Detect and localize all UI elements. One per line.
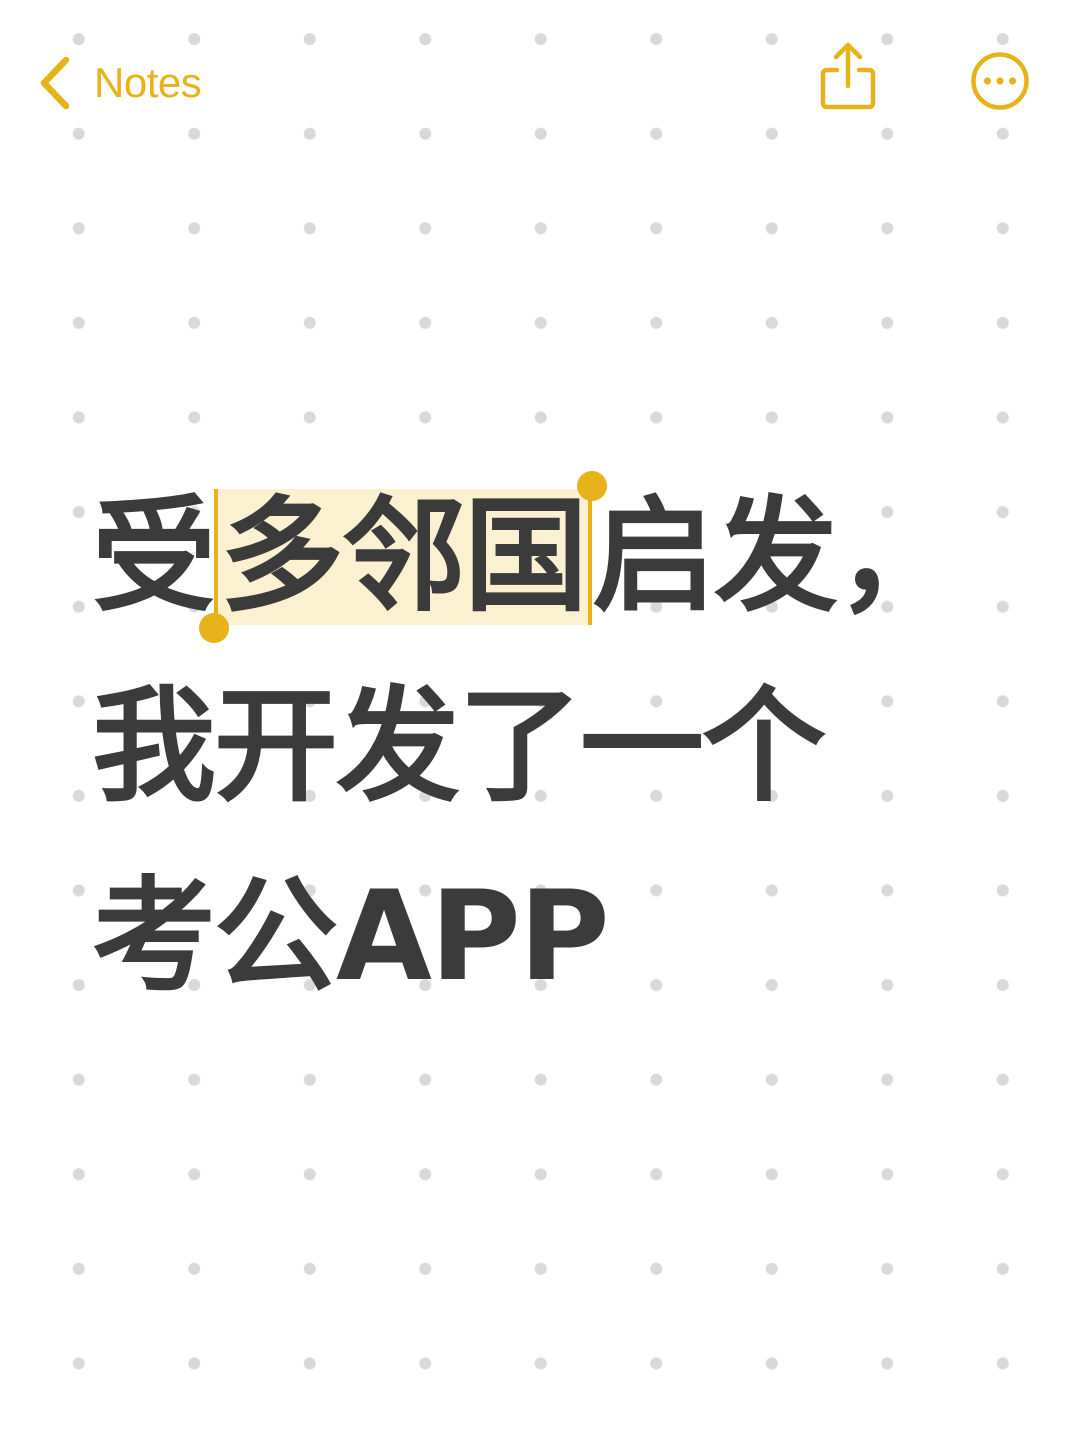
share-icon	[818, 42, 878, 116]
chevron-left-icon	[36, 54, 72, 112]
selection-start-handle[interactable]	[199, 613, 230, 643]
back-button[interactable]: Notes	[36, 50, 202, 116]
note-line-3: 考公APP	[92, 865, 610, 1009]
nav-bar: Notes	[0, 0, 1080, 170]
note-body[interactable]: 受多邻国 启发， 我开发了一个 考公APP	[92, 462, 1032, 1032]
text-selection[interactable]: 多邻国	[199, 471, 608, 643]
selection-end-caret	[588, 489, 593, 625]
selected-text: 多邻国	[220, 485, 588, 629]
selection-end-handle[interactable]	[577, 471, 608, 501]
note-text-before-selection: 受	[92, 485, 216, 629]
ellipsis-circle-icon	[970, 52, 1030, 115]
selection-start-caret	[214, 489, 219, 625]
share-button[interactable]	[818, 40, 878, 112]
note-line-2: 我开发了一个	[92, 675, 826, 819]
back-label: Notes	[94, 59, 202, 106]
note-text-after-selection: 启发，	[592, 485, 960, 629]
more-button[interactable]	[970, 51, 1030, 111]
note-line-1: 受多邻国 启发，	[92, 462, 1032, 652]
